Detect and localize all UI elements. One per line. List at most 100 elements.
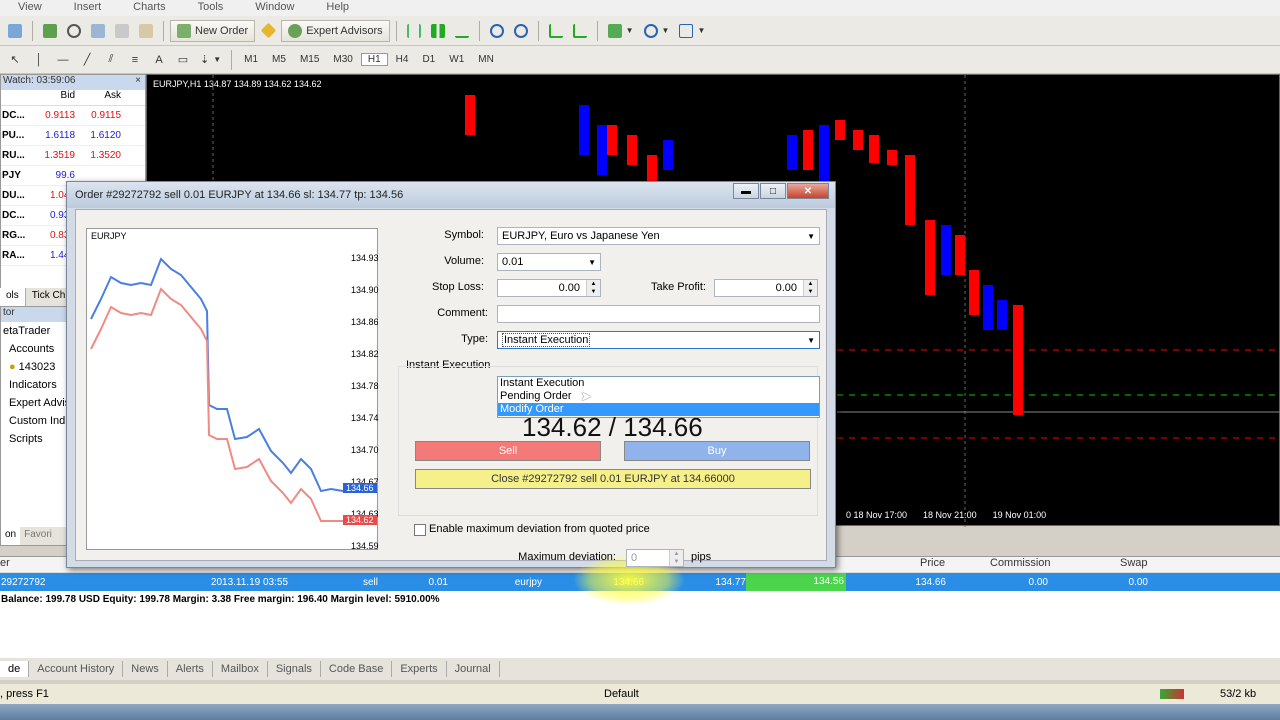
close-icon[interactable]: ×	[135, 75, 145, 90]
sell-button[interactable]: Sell	[415, 441, 601, 461]
close-button[interactable]: ✕	[787, 183, 829, 199]
symbol-select[interactable]: EURJPY, Euro vs Japanese Yen ▼	[497, 227, 820, 245]
timeframe-w1[interactable]: W1	[443, 54, 470, 65]
new-order-button[interactable]: New Order	[170, 19, 256, 42]
list-item[interactable]: RU... 1.3519 1.3520	[1, 146, 145, 166]
nav-item-accounts[interactable]: Accounts	[1, 340, 69, 358]
ask-column-header[interactable]: Ask	[75, 90, 121, 105]
label-tool[interactable]: ▭	[172, 49, 194, 71]
arrows-tool[interactable]: ⇣ ▼	[196, 49, 225, 71]
expert-advisors-button[interactable]: Expert Advisors	[281, 19, 390, 42]
comment-input[interactable]	[497, 305, 820, 323]
horizontal-line-tool[interactable]: —	[52, 49, 74, 71]
line-chart-button[interactable]	[451, 20, 473, 42]
tab-code-base[interactable]: Code Base	[321, 661, 393, 677]
order-time: 2013.11.19 03:55	[210, 576, 288, 588]
navigator-button[interactable]	[87, 20, 109, 42]
indicators-button[interactable]: ▼	[604, 20, 638, 42]
tab-alerts[interactable]: Alerts	[168, 661, 213, 677]
maximize-button[interactable]: □	[760, 183, 786, 199]
tab-mailbox[interactable]: Mailbox	[213, 661, 268, 677]
menu-insert[interactable]: Insert	[56, 0, 116, 16]
menu-tools[interactable]: Tools	[180, 0, 238, 16]
new-chart-button[interactable]	[4, 20, 26, 42]
order-column-header[interactable]: er	[0, 557, 40, 572]
channel-tool[interactable]: ⫽	[100, 49, 122, 71]
vertical-line-tool[interactable]: │	[28, 49, 50, 71]
buy-button[interactable]: Buy	[624, 441, 810, 461]
list-item[interactable]: PU... 1.6118 1.6120	[1, 126, 145, 146]
horizontal-line-icon: —	[57, 53, 69, 66]
navigator-title: tor	[1, 307, 69, 322]
menu-view[interactable]: View	[0, 0, 56, 16]
list-item[interactable]: DC... 0.9113 0.9115	[1, 106, 145, 126]
bid-column-header[interactable]: Bid	[39, 90, 75, 105]
nav-item-scripts[interactable]: Scripts	[1, 430, 69, 448]
max-deviation-spinner[interactable]: ▲ ▼	[669, 550, 683, 566]
market-watch-button[interactable]	[39, 20, 61, 42]
commission-column-header[interactable]: Commission	[990, 557, 1120, 572]
timeframe-mn[interactable]: MN	[472, 54, 500, 65]
nav-item-custom[interactable]: Custom Indi	[1, 412, 69, 430]
tab-news[interactable]: News	[123, 661, 168, 677]
nav-item-experts[interactable]: Expert Advis	[1, 394, 69, 412]
tab-journal[interactable]: Journal	[447, 661, 500, 677]
menu-charts[interactable]: Charts	[115, 0, 179, 16]
timeframe-d1[interactable]: D1	[416, 54, 441, 65]
dialog-caption[interactable]: Order #29272792 sell 0.01 EURJPY at 134.…	[67, 182, 835, 208]
fibo-tool[interactable]: ≡	[124, 49, 146, 71]
zoom-in-button[interactable]	[486, 20, 508, 42]
terminal-button[interactable]	[111, 20, 133, 42]
minimize-button[interactable]: ▬	[733, 183, 759, 199]
timeframe-h1[interactable]: H1	[360, 53, 388, 66]
take-profit-input[interactable]: 0.00 ▲ ▼	[714, 279, 818, 297]
tab-symbols[interactable]: ols	[0, 288, 26, 306]
metaeditor-icon	[260, 22, 276, 39]
templates-button[interactable]: ▼	[675, 20, 709, 42]
zoom-out-button[interactable]	[510, 20, 532, 42]
auto-scroll-button[interactable]	[545, 20, 567, 42]
nav-item-metatrader[interactable]: etaTrader	[1, 322, 69, 340]
candle-chart-button[interactable]	[427, 20, 449, 42]
tab-experts[interactable]: Experts	[392, 661, 447, 677]
tester-icon	[139, 23, 153, 38]
nav-item-account[interactable]: ● 143023	[1, 358, 69, 376]
timeframe-m30[interactable]: M30	[327, 54, 358, 65]
connection-icon	[1160, 689, 1184, 699]
max-deviation-input[interactable]: 0 ▲ ▼	[626, 549, 684, 567]
type-option-pending[interactable]: Pending Order	[498, 390, 819, 403]
metaeditor-button[interactable]	[257, 20, 279, 42]
tab-favorites[interactable]: Favori	[20, 527, 56, 545]
menu-window[interactable]: Window	[237, 0, 308, 16]
deviation-checkbox[interactable]	[414, 524, 426, 536]
cursor-tool[interactable]: ↖	[4, 49, 26, 71]
stop-loss-spinner[interactable]: ▲ ▼	[586, 280, 600, 296]
chevron-down-icon: ▼	[807, 231, 815, 241]
timeframe-m5[interactable]: M5	[266, 54, 292, 65]
timeframe-h4[interactable]: H4	[390, 54, 415, 65]
timeframe-m15[interactable]: M15	[294, 54, 325, 65]
text-tool[interactable]: A	[148, 49, 170, 71]
tab-signals[interactable]: Signals	[268, 661, 321, 677]
tab-account-history[interactable]: Account History	[29, 661, 124, 677]
take-profit-spinner[interactable]: ▲ ▼	[803, 280, 817, 296]
menu-help[interactable]: Help	[308, 0, 363, 16]
tester-button[interactable]	[135, 20, 157, 42]
type-option-instant[interactable]: Instant Execution	[498, 377, 819, 390]
chart-shift-icon	[572, 23, 587, 38]
tab-trade[interactable]: de	[0, 661, 30, 677]
nav-item-indicators[interactable]: Indicators	[1, 376, 69, 394]
tab-common[interactable]: on	[1, 527, 21, 545]
bar-chart-button[interactable]	[403, 20, 425, 42]
trendline-tool[interactable]: ╱	[76, 49, 98, 71]
volume-select[interactable]: 0.01 ▼	[497, 253, 601, 271]
stop-loss-input[interactable]: 0.00 ▲ ▼	[497, 279, 601, 297]
swap-column-header[interactable]: Swap	[1120, 557, 1200, 572]
close-order-button[interactable]: Close #29272792 sell 0.01 EURJPY at 134.…	[415, 469, 811, 489]
timeframe-m1[interactable]: M1	[238, 54, 264, 65]
data-window-button[interactable]	[63, 20, 85, 42]
chart-shift-button[interactable]	[569, 20, 591, 42]
periods-button[interactable]: ▼	[640, 20, 674, 42]
type-select[interactable]: Instant Execution ▼	[497, 331, 820, 349]
price-column-header[interactable]: Price	[920, 557, 990, 572]
